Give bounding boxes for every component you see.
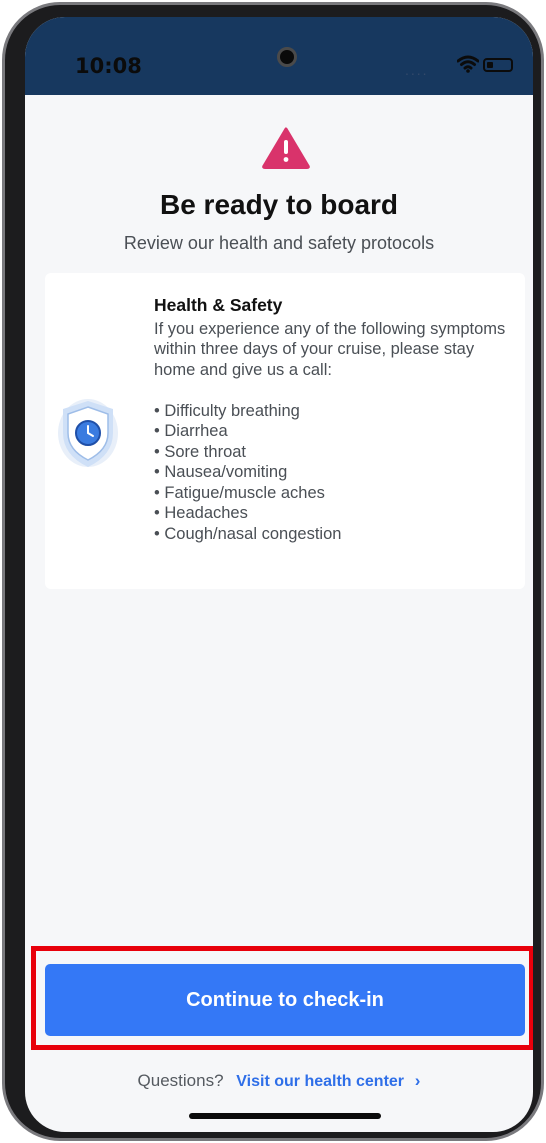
phone-frame: 10:08 .... Be ready to board Review our … [2,2,544,1141]
signal-dots: .... [405,62,429,78]
card-title: Health & Safety [154,295,283,315]
chevron-right-icon[interactable]: › [415,1071,421,1090]
battery-icon [483,58,513,72]
status-time: 10:08 [75,54,142,78]
symptom-item: Fatigue/muscle aches [154,483,514,504]
card-body: If you experience any of the following s… [154,319,506,379]
symptom-list: Difficulty breathing Diarrhea Sore throa… [154,401,514,545]
app-screen: 10:08 .... Be ready to board Review our … [25,17,533,1132]
card-content: Health & Safety If you experience any of… [154,295,514,544]
shield-clock-icon [58,399,118,467]
continue-to-check-in-button[interactable]: Continue to check-in [45,964,525,1036]
symptom-item: Cough/nasal congestion [154,524,514,545]
symptom-item: Difficulty breathing [154,401,514,422]
battery-level [487,62,493,68]
symptom-item: Nausea/vomiting [154,462,514,483]
symptom-item: Sore throat [154,442,514,463]
page-subtitle: Review our health and safety protocols [123,233,435,253]
symptom-item: Headaches [154,503,514,524]
status-bar: 10:08 .... [25,17,533,95]
wifi-icon [457,55,479,73]
visit-health-center-link[interactable]: Visit our health center [236,1073,404,1090]
questions-label: Questions? [137,1071,224,1090]
front-camera [277,47,297,67]
page-title: Be ready to board [159,189,399,220]
questions-row: Questions? Visit our health center › [25,1071,533,1091]
health-safety-card: Health & Safety If you experience any of… [45,273,525,589]
warning-triangle-icon [262,127,310,169]
symptom-item: Diarrhea [154,421,514,442]
home-indicator[interactable] [189,1113,381,1119]
